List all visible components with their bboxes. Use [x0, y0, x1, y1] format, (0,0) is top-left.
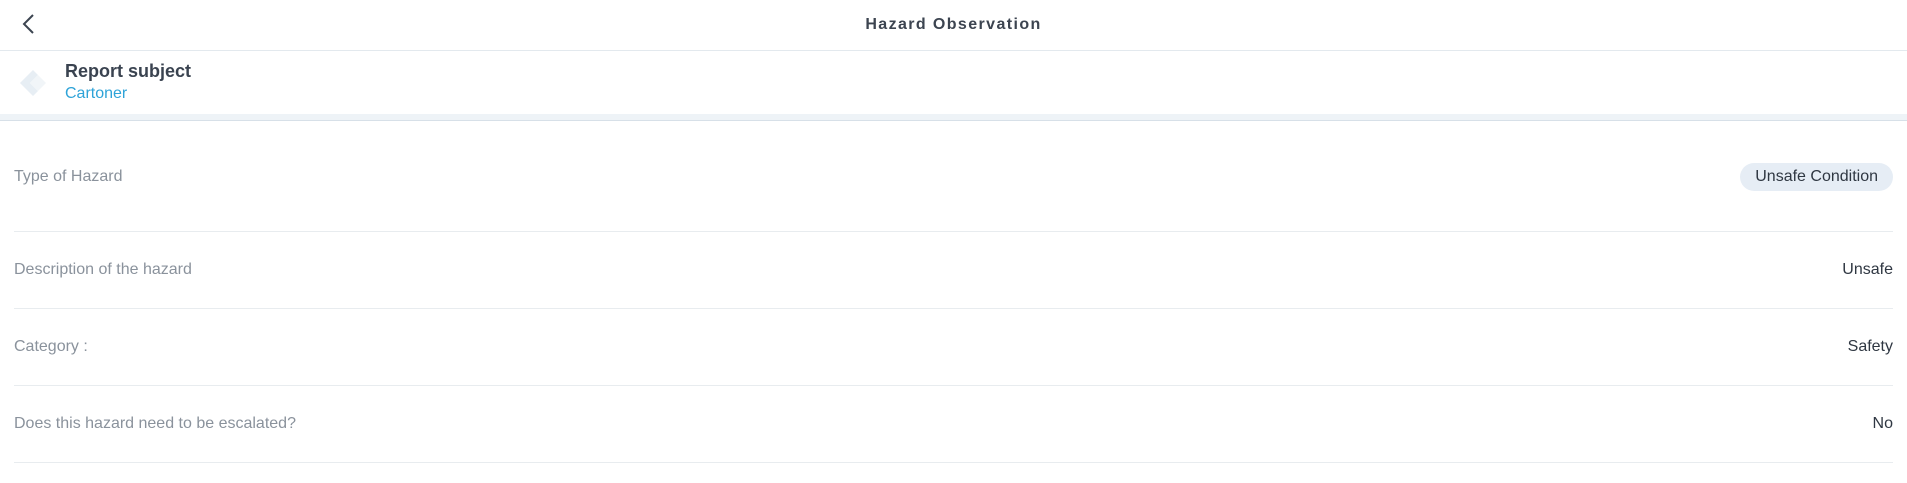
- back-button[interactable]: [16, 12, 40, 36]
- report-subject-label: Report subject: [65, 61, 192, 81]
- detail-row-description: Description of the hazard Unsafe: [14, 232, 1893, 309]
- detail-value: Unsafe: [1842, 261, 1893, 278]
- detail-label: Description of the hazard: [14, 261, 192, 278]
- detail-row-category: Category : Safety: [14, 309, 1893, 386]
- report-subject-text: Report subject Cartoner: [65, 59, 191, 104]
- detail-row-escalation: Does this hazard need to be escalated? N…: [14, 386, 1893, 463]
- detail-row-type-of-hazard: Type of Hazard Unsafe Condition: [14, 122, 1893, 232]
- detail-value: No: [1872, 415, 1893, 432]
- detail-label: Type of Hazard: [14, 167, 123, 185]
- detail-value: Safety: [1847, 338, 1893, 355]
- hazard-type-chip: Unsafe Condition: [1740, 162, 1893, 191]
- section-divider: [0, 114, 1907, 121]
- top-bar: Hazard Observation: [0, 0, 1907, 51]
- report-subject-section: Report subject Cartoner: [0, 52, 1907, 114]
- detail-label: Does this hazard need to be escalated?: [14, 415, 296, 432]
- chevron-left-icon: [22, 14, 34, 34]
- report-logo-icon: [20, 70, 46, 96]
- detail-label: Category :: [14, 338, 88, 355]
- hazard-detail-list: Type of Hazard Unsafe Condition Descript…: [14, 122, 1893, 463]
- page-title: Hazard Observation: [865, 16, 1042, 33]
- report-subject-value[interactable]: Cartoner: [65, 83, 191, 104]
